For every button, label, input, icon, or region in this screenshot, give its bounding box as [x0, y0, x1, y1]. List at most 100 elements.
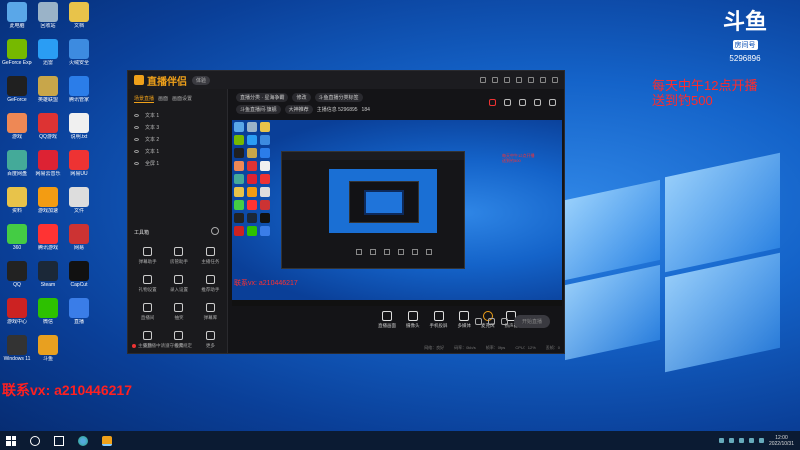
desktop-icon[interactable]: 网易	[64, 224, 94, 251]
scene-item[interactable]: 文本 2	[134, 133, 221, 145]
preview-icon	[260, 122, 270, 132]
tab-picture[interactable]: 画面	[158, 95, 168, 103]
tool-item[interactable]: 推荐助手	[195, 275, 226, 293]
desktop-icon[interactable]: 说明.txt	[64, 113, 94, 140]
rank-icon[interactable]	[504, 99, 511, 106]
scene-item[interactable]: 文本 3	[134, 121, 221, 133]
clock[interactable]: 12:00 2022/10/31	[769, 435, 794, 447]
desktop-icon[interactable]: QQ	[2, 261, 32, 288]
desktop-icon[interactable]: 腾讯游戏	[33, 224, 63, 251]
desktop-icon[interactable]: 此电脑	[2, 2, 32, 29]
desktop-icon[interactable]: 微信	[33, 298, 63, 325]
phone-cast-button[interactable]: 手机投屏	[430, 311, 448, 329]
desktop-icon[interactable]: 网易云音乐	[33, 150, 63, 177]
app-logo-icon	[134, 75, 144, 85]
toolbox-settings-icon[interactable]	[211, 227, 219, 235]
share-icon[interactable]	[549, 99, 556, 106]
desktop-icon[interactable]: CapCut	[64, 261, 94, 288]
preview-icon	[247, 187, 257, 197]
desktop-icon[interactable]: 网易UU	[64, 150, 94, 177]
app-icon	[38, 2, 58, 22]
notice-bar[interactable]: 主播直播中请遵守相关规定	[132, 343, 192, 349]
gift-icon[interactable]	[489, 99, 496, 106]
desktop-icon[interactable]: 文档	[64, 2, 94, 29]
gear-icon[interactable]	[500, 318, 508, 325]
help-icon[interactable]	[480, 77, 486, 83]
tool-item[interactable]: 弹幕库	[195, 303, 226, 321]
eye-icon[interactable]	[134, 125, 139, 129]
desktop-icon[interactable]: 360	[2, 224, 32, 251]
desktop-icon[interactable]: Steam	[33, 261, 63, 288]
tool-item[interactable]: 房管助手	[163, 247, 194, 265]
bell-icon[interactable]	[534, 99, 541, 106]
desktop-icon[interactable]: GeForce	[2, 76, 32, 103]
eye-icon[interactable]	[134, 137, 139, 141]
message-icon[interactable]	[504, 77, 510, 83]
scene-item[interactable]: 全屏 1	[134, 157, 221, 169]
tray-icon[interactable]	[718, 438, 724, 443]
scene-item[interactable]: 文本 1	[134, 145, 221, 157]
close-icon[interactable]	[552, 77, 558, 83]
live-picture-button[interactable]: 直播画面	[378, 311, 396, 329]
category-chip[interactable]: 直播分类 · 星海争霸	[236, 93, 289, 102]
search-icon[interactable]	[30, 435, 40, 446]
desktop-icon[interactable]: GeForce Experience	[2, 39, 32, 66]
title-chip[interactable]: 斗鱼直播间·旗舰	[236, 105, 281, 114]
camera-button[interactable]: 摄像头	[406, 311, 420, 329]
desktop-icon[interactable]: 英雄联盟	[33, 76, 63, 103]
tool-item[interactable]: 主播任务	[195, 247, 226, 265]
tool-icon	[205, 331, 215, 340]
desktop-icon[interactable]: 腾讯管家	[64, 76, 94, 103]
settings-icon[interactable]	[492, 77, 498, 83]
tool-item[interactable]: 礼物设置	[132, 275, 163, 293]
tool-item[interactable]: 更多	[195, 331, 226, 349]
desktop-icon[interactable]: 资料	[2, 187, 32, 214]
streaming-app-taskbar-icon[interactable]	[102, 435, 112, 446]
desktop-icon[interactable]: 百度网盘	[2, 150, 32, 177]
tool-icon	[205, 303, 215, 312]
desktop-icon[interactable]: 游戏中心	[2, 298, 32, 325]
tool-item[interactable]: 抽奖	[163, 303, 194, 321]
tool-item[interactable]: 录入设置	[163, 275, 194, 293]
desktop-icon[interactable]: 火绒安全	[64, 39, 94, 66]
chat-icon[interactable]	[519, 99, 526, 106]
tray-icon[interactable]	[728, 438, 734, 443]
tag-chip[interactable]: 大神推荐	[284, 105, 313, 114]
skin-icon[interactable]	[516, 77, 522, 83]
eye-icon[interactable]	[134, 113, 139, 117]
eye-icon[interactable]	[134, 149, 139, 153]
tab-scene[interactable]: 场景直播	[134, 95, 155, 103]
minimize-icon[interactable]	[528, 77, 534, 83]
desktop-icon[interactable]: 迅雷	[33, 39, 63, 66]
notice-chip[interactable]: 斗鱼直播分类标签	[314, 93, 363, 102]
desktop-icon[interactable]: 直播	[64, 298, 94, 325]
volume-icon[interactable]	[758, 438, 764, 443]
tab-picture-settings[interactable]: 画面设置	[172, 95, 192, 103]
app-titlebar[interactable]: 直播伴侣 体验	[128, 71, 564, 89]
tool-icon	[174, 303, 184, 312]
scene-item[interactable]: 文本 1	[134, 109, 221, 121]
desktop-icon[interactable]: Windows 11	[2, 335, 32, 362]
desktop-icon[interactable]: 游戏	[2, 113, 32, 140]
maximize-icon[interactable]	[540, 77, 546, 83]
tray-icon[interactable]	[738, 438, 744, 443]
desktop-icon[interactable]: 斗鱼	[33, 335, 63, 362]
task-view-icon[interactable]	[54, 435, 64, 446]
streaming-app-window[interactable]: 直播伴侣 体验 场景直播 画面 画面设置 文本 1 文本 3 文本 2 文本 1…	[127, 70, 565, 354]
stream-preview[interactable]: 每天中午12点开播 送到钓500 联系vx: a210446217	[232, 120, 562, 306]
quality-icon[interactable]	[487, 318, 495, 325]
start-live-button[interactable]: 开始直播	[513, 315, 550, 328]
edit-button[interactable]: 修改	[292, 93, 311, 102]
desktop-icon[interactable]: 游戏加速	[33, 187, 63, 214]
eye-icon[interactable]	[134, 161, 139, 165]
desktop-icon[interactable]: 回收站	[33, 2, 63, 29]
desktop-icon[interactable]: QQ游戏	[33, 113, 63, 140]
network-icon[interactable]	[748, 438, 754, 443]
tool-item[interactable]: 直播间	[132, 303, 163, 321]
tool-item[interactable]: 弹幕助手	[132, 247, 163, 265]
start-button[interactable]	[6, 435, 16, 446]
desktop-icon[interactable]: 文件	[64, 187, 94, 214]
edge-icon[interactable]	[78, 435, 88, 446]
record-icon[interactable]	[474, 318, 482, 325]
media-button[interactable]: 多媒体	[458, 311, 471, 329]
